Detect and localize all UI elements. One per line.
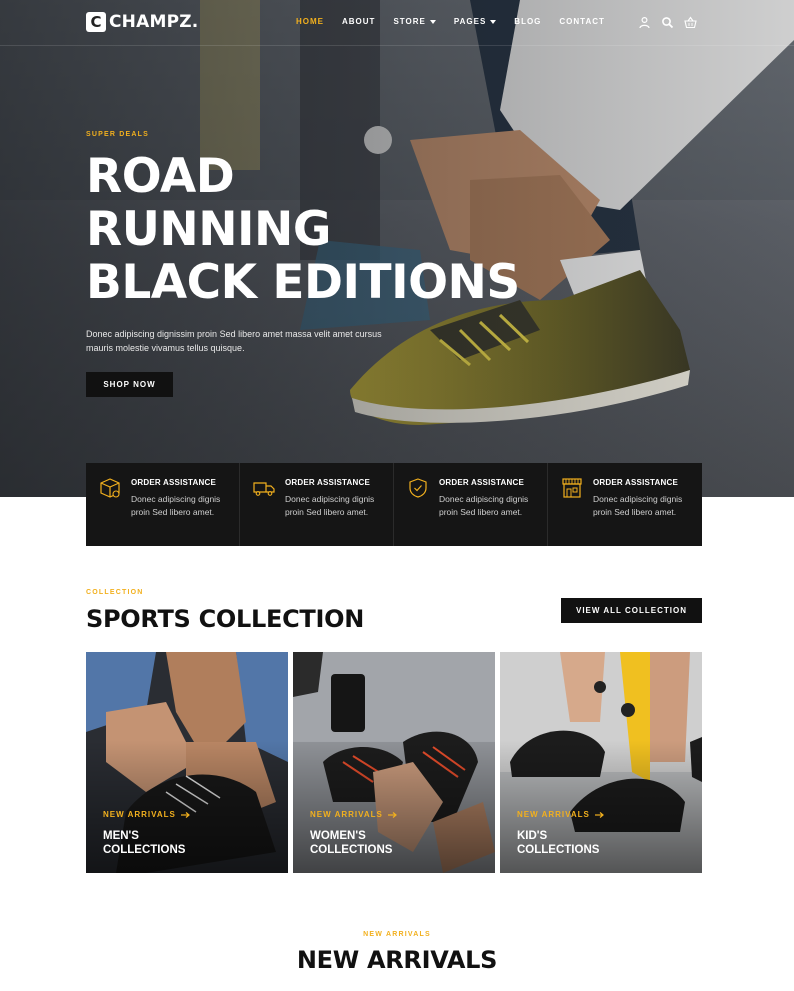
- card-title: KID'S COLLECTIONS: [517, 829, 667, 857]
- menu-item-blog[interactable]: BLOG: [514, 17, 541, 26]
- feature-item: ORDER ASSISTANCE Donec adipiscing dignis…: [86, 463, 240, 546]
- logo-text: CHAMPZ.: [109, 12, 199, 32]
- hero-title: ROAD RUNNING BLACK EDITIONS: [86, 150, 520, 309]
- menu-label: CONTACT: [559, 17, 605, 26]
- card-title-line: COLLECTIONS: [310, 844, 393, 856]
- card-title-line: WOMEN'S: [310, 830, 366, 842]
- feature-item: ORDER ASSISTANCE Donec adipiscing dignis…: [548, 463, 702, 546]
- collection-card-kids[interactable]: NEW ARRIVALS KID'S COLLECTIONS: [500, 652, 702, 873]
- hero-title-line: RUNNING: [86, 202, 331, 257]
- top-navigation: C CHAMPZ. HOME ABOUT STORE PAGES BLOG CO…: [0, 0, 794, 46]
- card-title: MEN'S COLLECTIONS: [103, 829, 253, 857]
- menu-label: STORE: [393, 17, 426, 26]
- collection-card-women[interactable]: NEW ARRIVALS WOMEN'S COLLECTIONS: [293, 652, 495, 873]
- hero-section: C CHAMPZ. HOME ABOUT STORE PAGES BLOG CO…: [0, 0, 794, 497]
- basket-icon[interactable]: [684, 16, 697, 29]
- collection-title: SPORTS COLLECTION: [86, 605, 364, 633]
- collection-card-men[interactable]: NEW ARRIVALS MEN'S COLLECTIONS: [86, 652, 288, 873]
- menu-item-about[interactable]: ABOUT: [342, 17, 375, 26]
- feature-text: Donec adipiscing dignis proin Sed libero…: [593, 494, 683, 517]
- card-title-line: MEN'S: [103, 830, 139, 842]
- card-tag: NEW ARRIVALS: [310, 810, 397, 819]
- shield-icon: [409, 478, 427, 498]
- hero-eyebrow: SUPER DEALS: [86, 131, 149, 138]
- box-icon: [100, 478, 120, 498]
- truck-icon: [253, 482, 275, 496]
- logo-mark: C: [86, 12, 106, 32]
- feature-title: ORDER ASSISTANCE: [131, 478, 216, 487]
- logo[interactable]: C CHAMPZ.: [86, 12, 198, 32]
- feature-text: Donec adipiscing dignis proin Sed libero…: [439, 494, 529, 517]
- hero-title-line: BLACK EDITIONS: [86, 255, 520, 310]
- card-title: WOMEN'S COLLECTIONS: [310, 829, 460, 857]
- feature-bar: ORDER ASSISTANCE Donec adipiscing dignis…: [86, 463, 702, 546]
- card-title-line: KID'S: [517, 830, 548, 842]
- card-tag-label: NEW ARRIVALS: [310, 810, 383, 819]
- collection-cards: NEW ARRIVALS MEN'S COLLECTIONS NEW ARRIVA…: [86, 652, 702, 873]
- collection-eyebrow: COLLECTION: [86, 589, 144, 596]
- arrow-right-icon: [594, 811, 604, 818]
- card-tag-label: NEW ARRIVALS: [517, 810, 590, 819]
- feature-title: ORDER ASSISTANCE: [439, 478, 524, 487]
- feature-text: Donec adipiscing dignis proin Sed libero…: [285, 494, 375, 517]
- menu-label: ABOUT: [342, 17, 376, 26]
- new-arrivals-title: NEW ARRIVALS: [296, 946, 498, 974]
- menu-item-pages[interactable]: PAGES: [453, 17, 497, 26]
- new-arrivals-eyebrow: NEW ARRIVALS: [363, 931, 431, 938]
- view-all-collection-button[interactable]: VIEW ALL COLLECTION: [561, 598, 702, 623]
- feature-title: ORDER ASSISTANCE: [593, 478, 678, 487]
- feature-item: ORDER ASSISTANCE Donec adipiscing dignis…: [394, 463, 548, 546]
- menu-label: BLOG: [514, 17, 542, 26]
- menu-item-home[interactable]: HOME: [296, 17, 324, 26]
- feature-title: ORDER ASSISTANCE: [285, 478, 370, 487]
- menu-item-contact[interactable]: CONTACT: [559, 17, 605, 26]
- chevron-down-icon: [429, 19, 436, 24]
- feature-item: ORDER ASSISTANCE Donec adipiscing dignis…: [240, 463, 394, 546]
- card-title-line: COLLECTIONS: [517, 844, 600, 856]
- card-tag-label: NEW ARRIVALS: [103, 810, 176, 819]
- main-menu: HOME ABOUT STORE PAGES BLOG CONTACT: [296, 17, 623, 26]
- hero-description: Donec adipiscing dignissim proin Sed lib…: [86, 329, 382, 353]
- menu-label: PAGES: [453, 17, 487, 26]
- menu-label: HOME: [296, 17, 324, 26]
- card-tag: NEW ARRIVALS: [103, 810, 190, 819]
- hero-title-line: ROAD: [86, 149, 235, 204]
- user-icon[interactable]: [638, 16, 651, 29]
- shop-now-button[interactable]: SHOP NOW: [86, 372, 173, 397]
- feature-text: Donec adipiscing dignis proin Sed libero…: [131, 494, 221, 517]
- chevron-down-icon: [490, 19, 497, 24]
- arrow-right-icon: [180, 811, 190, 818]
- card-title-line: COLLECTIONS: [103, 844, 186, 856]
- menu-item-store[interactable]: STORE: [393, 17, 436, 26]
- nav-actions: [638, 16, 697, 29]
- search-icon[interactable]: [661, 16, 674, 29]
- logo-letter: C: [90, 12, 102, 31]
- store-icon: [562, 478, 582, 498]
- card-tag: NEW ARRIVALS: [517, 810, 604, 819]
- arrow-right-icon: [387, 811, 397, 818]
